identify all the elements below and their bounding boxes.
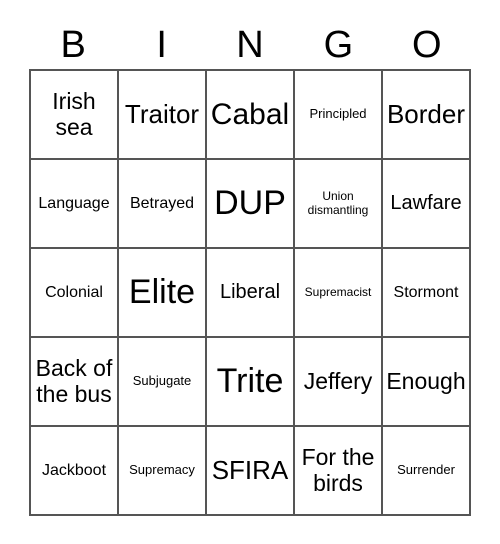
bingo-cell-label: Elite	[128, 273, 196, 312]
bingo-cell[interactable]: Enough	[383, 338, 471, 427]
bingo-cell[interactable]: Trite	[207, 338, 295, 427]
bingo-cell[interactable]: Principled	[295, 71, 383, 160]
bingo-row: Irish sea Traitor Cabal Principled Border	[31, 71, 471, 160]
bingo-row: Jackboot Supremacy SFIRA For the birds Surre…	[31, 427, 471, 516]
bingo-header-letter-i: I	[117, 20, 205, 69]
bingo-cell[interactable]: Subjugate	[119, 338, 207, 427]
bingo-cell[interactable]: Supremacist	[295, 249, 383, 338]
bingo-cell-label: Trite	[216, 362, 284, 401]
bingo-cell[interactable]: Irish sea	[31, 71, 119, 160]
bingo-cell-label: Union dismantling	[307, 189, 369, 217]
bingo-cell[interactable]: Back of the bus	[31, 338, 119, 427]
bingo-cell-label: Liberal	[219, 281, 281, 304]
bingo-header-letter-i-label: I	[156, 23, 167, 66]
bingo-cell[interactable]: Jackboot	[31, 427, 119, 516]
bingo-cell-label: Cabal	[210, 97, 290, 131]
bingo-header-letter-b: B	[29, 20, 117, 69]
bingo-cell[interactable]: Liberal	[207, 249, 295, 338]
bingo-cell-label: Subjugate	[132, 373, 192, 389]
bingo-cell[interactable]: Lawfare	[383, 160, 471, 249]
bingo-cell-label: Supremacy	[129, 462, 195, 478]
bingo-cell[interactable]: Surrender	[383, 427, 471, 516]
bingo-cell-label: Enough	[386, 367, 466, 394]
bingo-cell[interactable]: DUP	[207, 160, 295, 249]
bingo-cell[interactable]: Supremacy	[119, 427, 207, 516]
bingo-row: Language Betrayed DUP Union dismantling Lawf…	[31, 160, 471, 249]
bingo-cell[interactable]: Language	[31, 160, 119, 249]
bingo-cell[interactable]: Cabal	[207, 71, 295, 160]
bingo-cell-label: Principled	[309, 106, 367, 122]
bingo-cell-label: For the birds	[301, 443, 375, 496]
bingo-cell-label: Supremacist	[304, 284, 372, 299]
bingo-cell-label: Stormont	[393, 283, 459, 301]
bingo-header-row: B I N G O	[29, 20, 471, 69]
bingo-cell-label: DUP	[214, 184, 286, 223]
bingo-row: Colonial Elite Liberal Supremacist Stormont	[31, 249, 471, 338]
bingo-grid: Irish sea Traitor Cabal Principled Border Lan…	[29, 69, 471, 516]
bingo-cell-label: Back of the bus	[35, 354, 113, 407]
bingo-cell-label: Language	[38, 194, 110, 212]
bingo-header-letter-o: O	[383, 20, 471, 69]
bingo-card: B I N G O Irish sea Traitor Cabal Principle…	[29, 20, 471, 516]
bingo-cell-label: Irish sea	[52, 87, 96, 140]
bingo-cell-label: Betrayed	[129, 194, 195, 212]
bingo-cell-label: Surrender	[397, 462, 455, 478]
bingo-cell[interactable]: Colonial	[31, 249, 119, 338]
bingo-cell-label: Jeffery	[303, 367, 373, 394]
bingo-header-letter-g: G	[294, 20, 382, 69]
bingo-cell[interactable]: Stormont	[383, 249, 471, 338]
bingo-header-letter-n: N	[206, 20, 294, 69]
bingo-row: Back of the bus Subjugate Trite Jeffery Enou…	[31, 338, 471, 427]
bingo-header-letter-b-label: B	[60, 23, 86, 66]
bingo-cell-label: Lawfare	[390, 192, 462, 215]
bingo-header-letter-n-label: N	[236, 23, 264, 66]
bingo-cell[interactable]: Traitor	[119, 71, 207, 160]
bingo-cell[interactable]: Jeffery	[295, 338, 383, 427]
bingo-cell-label: Border	[386, 98, 466, 129]
bingo-header-letter-o-label: O	[412, 23, 442, 66]
bingo-cell[interactable]: Union dismantling	[295, 160, 383, 249]
bingo-cell[interactable]: Border	[383, 71, 471, 160]
bingo-cell-label: Jackboot	[41, 461, 107, 479]
bingo-cell[interactable]: For the birds	[295, 427, 383, 516]
bingo-cell-label: SFIRA	[211, 454, 289, 485]
bingo-cell[interactable]: SFIRA	[207, 427, 295, 516]
bingo-cell-label: Traitor	[124, 98, 200, 129]
bingo-cell[interactable]: Betrayed	[119, 160, 207, 249]
bingo-cell[interactable]: Elite	[119, 249, 207, 338]
bingo-cell-label: Colonial	[45, 283, 103, 301]
bingo-header-letter-g-label: G	[323, 23, 354, 66]
